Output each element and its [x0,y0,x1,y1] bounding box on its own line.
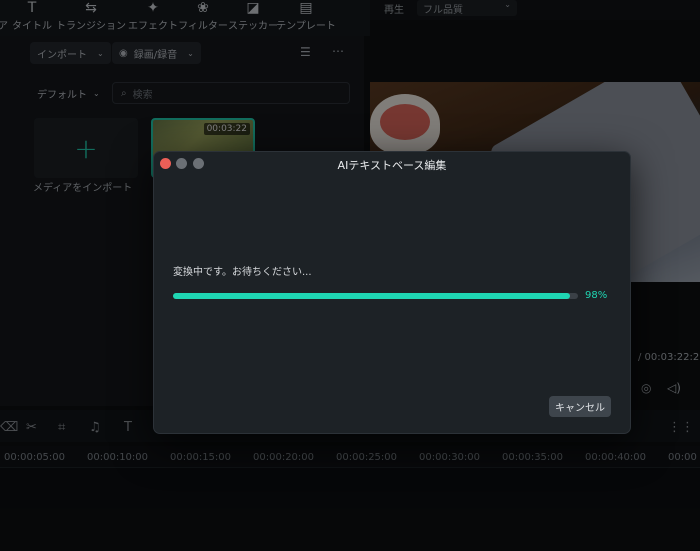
cancel-button[interactable]: キャンセル [549,396,611,417]
progress-bar-fill [173,293,570,299]
progress-percent: 98% [585,290,608,301]
progress-message: 変換中です。お待ちください... [173,267,312,278]
dialog-title: AIテキストベース編集 [337,159,447,172]
ai-text-edit-dialog: AIテキストベース編集 変換中です。お待ちください... 98% キャンセル [153,151,631,434]
progress-bar [173,293,578,299]
